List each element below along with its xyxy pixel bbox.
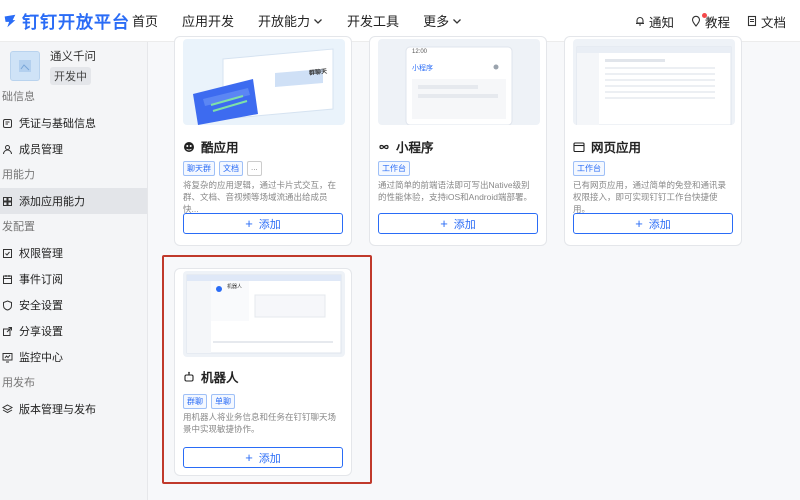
notify-link[interactable]: 通知 [634, 12, 674, 31]
section-title-capability: 用能力 [2, 169, 35, 181]
card-desc-miniprogram: 通过简单的前端语法即可写出Native级别的性能体验，支持iOS和Android… [378, 180, 532, 202]
chevron-down-icon [453, 18, 462, 24]
tutorial-link[interactable]: 教程 [690, 12, 730, 31]
nav-more[interactable]: 更多 [423, 11, 462, 30]
add-webapp-button[interactable]: + 添加 [573, 213, 733, 234]
cool-app-icon [184, 141, 194, 152]
app-avatar [10, 51, 40, 81]
member-icon [3, 144, 12, 154]
miniprogram-preview-image [378, 39, 540, 125]
version-icon [2, 403, 13, 413]
plus-icon: + [440, 216, 448, 231]
coolapp-preview-image [183, 39, 345, 125]
add-miniprogram-button[interactable]: + 添加 [378, 213, 538, 234]
nav-dev-tools[interactable]: 开发工具 [347, 11, 399, 30]
bell-icon [635, 17, 644, 26]
card-desc-robot: 用机器人将业务信息和任务在钉钉聊天场景中实现敏捷协作。 [183, 412, 337, 434]
puzzle-icon [3, 196, 12, 206]
add-robot-button[interactable]: + 添加 [183, 447, 343, 468]
dingtalk-logo-icon [4, 14, 16, 27]
event-icon [3, 274, 12, 284]
card-tags-robot: 群聊 单聊 [183, 394, 239, 409]
capability-card-webapp: 网页应用 工作台 已有网页应用，通过简单的免登和通讯录权限接入，即可实现钉钉工作… [564, 36, 742, 246]
section-title-release: 用发布 [2, 377, 35, 389]
robot-thumb-label: 机器人 [227, 284, 243, 290]
permission-icon [3, 248, 12, 258]
sidebar: 通义千问 开发中 础信息 凭证与基础信息 成员管理 用能力 添加应用能力 发配置… [0, 42, 148, 500]
miniprogram-time: 12:00 [412, 49, 428, 55]
webapp-preview-image [573, 39, 735, 125]
location-pin-icon [691, 15, 701, 27]
card-desc-coolapp: 将复杂的应用逻辑，通过卡片式交互，在群、文档、音视频等场域流通出给成员快... [183, 180, 337, 214]
card-tags-miniprogram: 工作台 [378, 161, 414, 176]
plus-icon: + [635, 216, 643, 231]
plus-icon: + [245, 216, 253, 231]
add-coolapp-button[interactable]: + 添加 [183, 213, 343, 234]
miniprogram-thumbnail: 12:00 小程序 [378, 39, 540, 125]
browser-window-icon [573, 141, 585, 152]
capability-card-robot: 机器人 机器人 群聊 单聊 用机器人将业务信息和任务在钉钉聊天场景中实现敏捷协作… [174, 268, 352, 476]
nav-app-dev[interactable]: 应用开发 [182, 11, 234, 30]
robot-preview-image [183, 271, 345, 357]
tag: 工作台 [573, 161, 605, 176]
logo[interactable]: 钉钉开放平台 [0, 8, 130, 33]
coolapp-thumb-label: 群聊天 [308, 69, 328, 77]
sidebar-item-credentials[interactable]: 凭证与基础信息 [0, 110, 147, 136]
coolapp-thumbnail: 群聊天 [183, 39, 345, 125]
sidebar-item-version[interactable]: 版本管理与发布 [0, 396, 147, 422]
capability-card-miniprogram: 12:00 小程序 小程序 工作台 通过简单的前端语法即可写出Native级别的… [369, 36, 547, 246]
app-status-badge: 开发中 [50, 66, 91, 85]
robot-thumbnail: 机器人 [183, 271, 345, 357]
card-title-robot: 机器人 [183, 367, 239, 386]
card-tags-webapp: 工作台 [573, 161, 609, 176]
main-content: 群聊天 酷应用 聊天群 文档 ... 将复杂的应用逻辑，通过卡片式交互，在群、文… [148, 36, 800, 500]
card-title-coolapp: 酷应用 [183, 137, 239, 156]
sidebar-item-add-capability[interactable]: 添加应用能力 [0, 188, 147, 214]
tag: 单聊 [211, 394, 235, 409]
tag: 工作台 [378, 161, 410, 176]
docs-link[interactable]: 文档 [746, 12, 786, 31]
infinity-icon [379, 144, 389, 149]
plus-icon: + [245, 450, 253, 465]
document-icon [747, 15, 757, 27]
robot-icon [184, 371, 194, 382]
section-title-basic: 础信息 [2, 91, 35, 103]
nav-open-capability[interactable]: 开放能力 [258, 11, 323, 30]
tag: 群聊 [183, 394, 207, 409]
main-nav: 首页 应用开发 开放能力 开发工具 更多 [132, 11, 486, 30]
sidebar-item-share[interactable]: 分享设置 [0, 318, 147, 344]
nav-home[interactable]: 首页 [132, 11, 158, 30]
sidebar-item-permissions[interactable]: 权限管理 [0, 240, 147, 266]
card-desc-webapp: 已有网页应用，通过简单的免登和通讯录权限接入，即可实现钉钉工作台快捷使用。 [573, 180, 727, 214]
app-name: 通义千问 [50, 50, 96, 63]
card-title-miniprogram: 小程序 [378, 137, 434, 156]
sidebar-item-security[interactable]: 安全设置 [0, 292, 147, 318]
webapp-thumbnail [573, 39, 735, 125]
tag-more[interactable]: ... [247, 161, 262, 176]
app-summary: 通义千问 开发中 [0, 42, 147, 85]
card-tags-coolapp: 聊天群 文档 ... [183, 161, 266, 176]
sidebar-item-members[interactable]: 成员管理 [0, 136, 147, 162]
key-icon [3, 118, 12, 128]
tag: 文档 [219, 161, 243, 176]
sidebar-item-events[interactable]: 事件订阅 [0, 266, 147, 292]
chevron-down-icon [314, 18, 323, 24]
app-image-icon [19, 60, 31, 72]
tutorial-icon-wrap [690, 13, 707, 27]
sidebar-item-monitor[interactable]: 监控中心 [0, 344, 147, 370]
card-title-webapp: 网页应用 [573, 137, 641, 156]
share-icon [3, 326, 12, 336]
notification-dot [701, 13, 707, 18]
logo-text: 钉钉开放平台 [22, 13, 130, 32]
section-title-config: 发配置 [2, 221, 35, 233]
tag: 聊天群 [183, 161, 215, 176]
capability-card-coolapp: 群聊天 酷应用 聊天群 文档 ... 将复杂的应用逻辑，通过卡片式交互，在群、文… [174, 36, 352, 246]
monitor-icon [2, 352, 13, 362]
shield-icon [3, 299, 12, 311]
miniprogram-thumb-title: 小程序 [412, 65, 433, 72]
